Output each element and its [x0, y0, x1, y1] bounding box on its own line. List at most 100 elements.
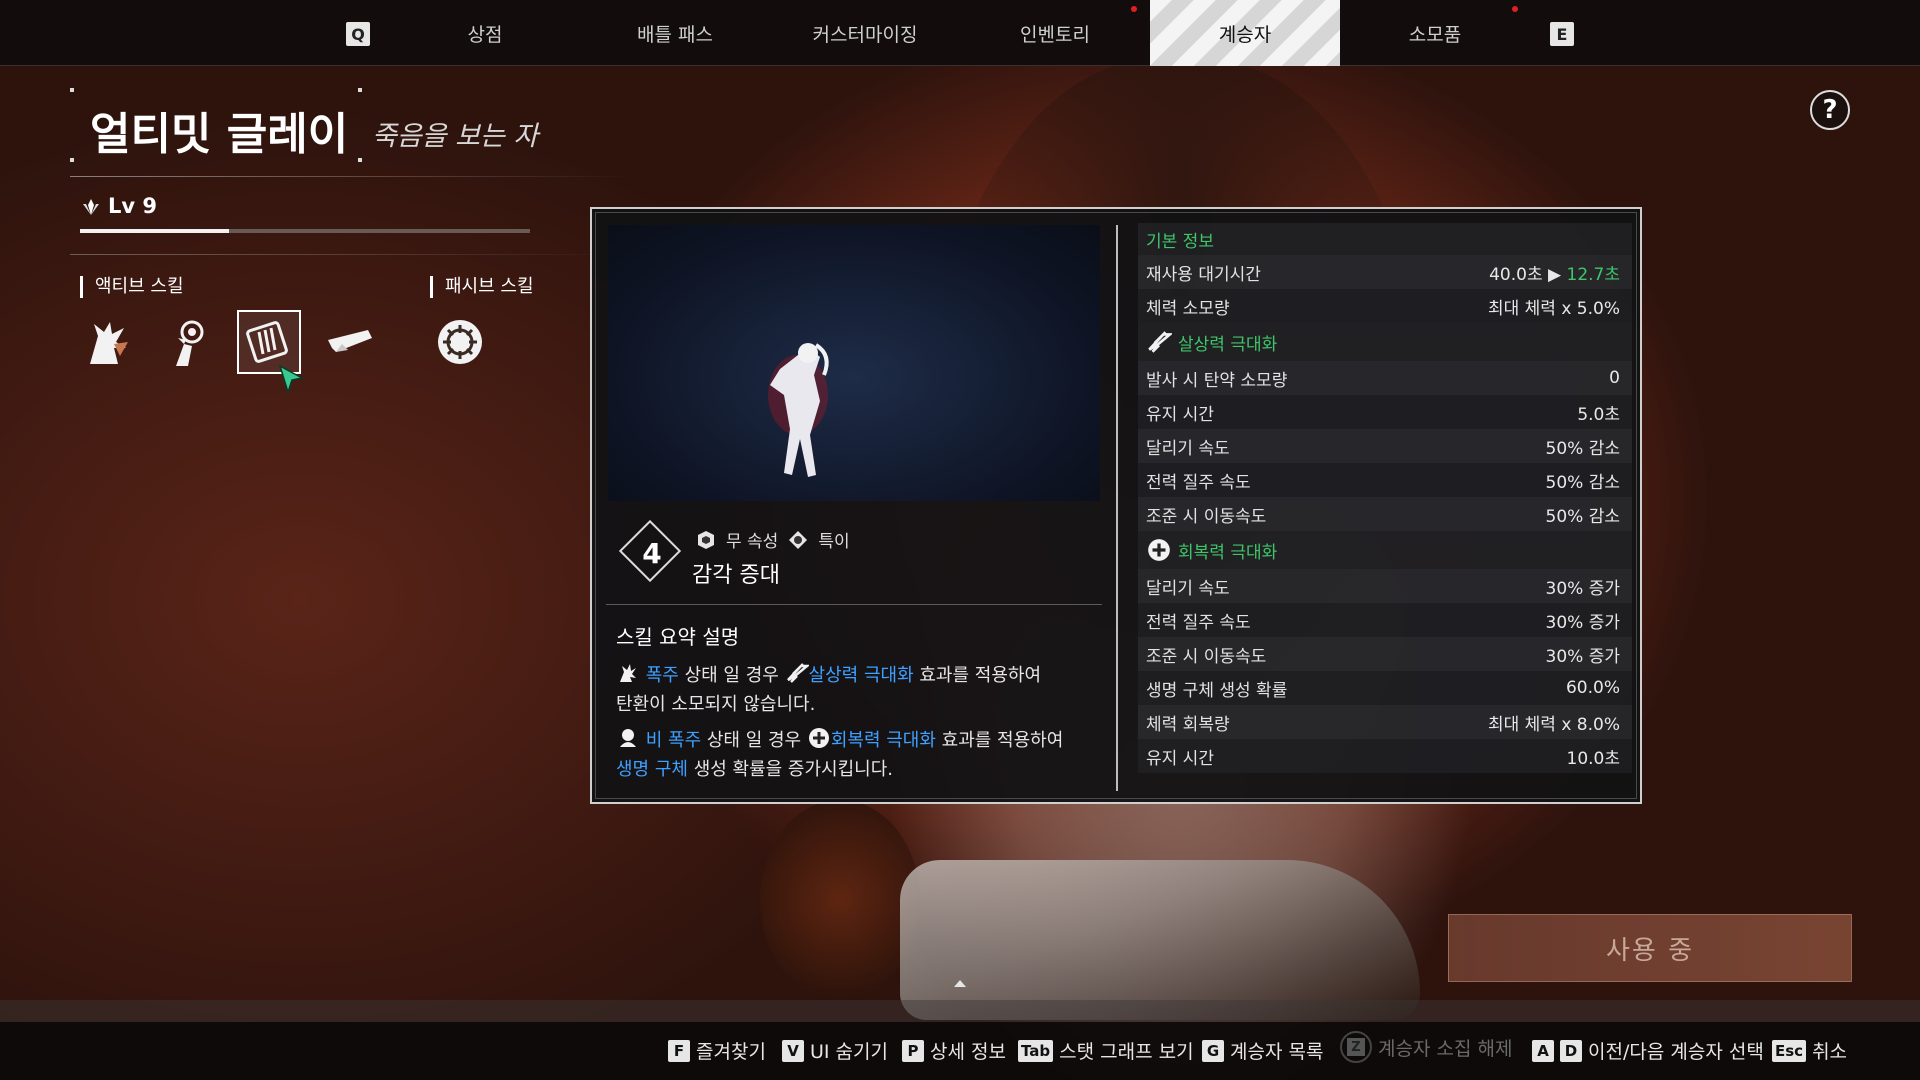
hint-prev-next-descendant[interactable]: A D 이전/다음 계승자 선택	[1532, 1037, 1764, 1064]
stats-lethality-title: 살상력 극대화	[1178, 334, 1278, 355]
stat-value: 최대 체력 x 5.0%	[1487, 298, 1620, 319]
stat-value-old: 40.0초	[1489, 264, 1543, 285]
tab-customizing[interactable]: 커스터마이징	[770, 0, 960, 66]
stat-row: 조준 시 이동속도 30% 증가	[1138, 637, 1632, 671]
hint-label: 취소	[1812, 1041, 1848, 1063]
cursor-arrow-icon	[278, 364, 304, 394]
skill-description-2: 비 폭주 상태 일 경우 회복력 극대화 효과를 적용하여 생명 구체 생성 확…	[616, 726, 1106, 784]
key-badge: D	[1560, 1039, 1582, 1062]
consumables-notification-dot	[1512, 6, 1518, 12]
inventory-notification-dot	[1131, 6, 1137, 12]
skill-stats: 기본 정보 재사용 대기시간 40.0초 ▶ 12.7초 체력 소모량 최대 체…	[1138, 223, 1632, 773]
stat-value: 50% 감소	[1545, 472, 1620, 493]
skill-3-icon	[246, 321, 288, 363]
skill-slot-number: 4	[642, 536, 662, 570]
key-badge: A	[1532, 1039, 1554, 1062]
hint-stat-graph[interactable]: Tab 스탯 그래프 보기	[1018, 1037, 1194, 1064]
stat-row: 유지 시간 10.0초	[1138, 739, 1632, 773]
skill-preview-video	[608, 225, 1100, 501]
stat-value: 30% 증가	[1545, 646, 1620, 667]
stat-label: 전력 질주 속도	[1146, 612, 1251, 633]
level-label: Lv 9	[108, 194, 157, 218]
stat-value: 10.0초	[1566, 748, 1621, 769]
active-skill-1[interactable]	[76, 310, 140, 374]
stats-lethality-header: 살상력 극대화	[1138, 323, 1632, 361]
skill-attribute-label: 무 속성	[726, 532, 779, 552]
stat-row: 달리기 속도 30% 증가	[1138, 569, 1632, 603]
passive-skill-1[interactable]	[428, 310, 492, 374]
key-badge-round: Z	[1340, 1031, 1372, 1063]
hint-descendant-list[interactable]: G 계승자 목록	[1202, 1037, 1323, 1064]
divider	[1116, 225, 1118, 791]
hint-label: 즐겨찾기	[696, 1041, 766, 1063]
hint-label: 상세 정보	[930, 1041, 1006, 1063]
stat-value: 40.0초 ▶ 12.7초	[1489, 260, 1620, 285]
divider	[70, 254, 630, 255]
tab-battle-pass[interactable]: 배틀 패스	[580, 0, 770, 66]
recovery-keyword: 회복력 극대화	[830, 730, 936, 751]
skill-summary-title: 스킬 요약 설명	[616, 625, 740, 649]
description-text: 상태 일 경우	[701, 730, 807, 751]
lethality-icon	[786, 663, 809, 683]
stat-row: 전력 질주 속도 50% 감소	[1138, 463, 1632, 497]
recovery-icon	[808, 728, 829, 748]
stat-value: 0	[1609, 368, 1620, 388]
active-skills-label: 액티브 스킬	[80, 276, 184, 298]
hint-detail-info[interactable]: P 상세 정보	[902, 1037, 1006, 1064]
xp-bar-fill	[80, 229, 229, 233]
skill-attributes: 무 속성 특이	[696, 527, 850, 552]
nav-next-key[interactable]: E	[1550, 22, 1574, 46]
frame-corner	[358, 88, 362, 92]
stat-value: 30% 증가	[1545, 612, 1620, 633]
hint-label: 계승자 목록	[1230, 1041, 1324, 1063]
key-badge: Tab	[1018, 1039, 1054, 1062]
key-badge: Z	[1347, 1038, 1365, 1056]
help-button[interactable]: ?	[1810, 90, 1850, 130]
berserk-icon	[620, 664, 636, 682]
hint-favorite[interactable]: F 즐겨찾기	[668, 1037, 766, 1064]
stat-row: 유지 시간 5.0초	[1138, 395, 1632, 429]
stat-row: 체력 회복량 최대 체력 x 8.0%	[1138, 705, 1632, 739]
tab-consumables[interactable]: 소모품	[1340, 0, 1530, 66]
stat-value: 5.0초	[1577, 404, 1620, 425]
active-skill-2[interactable]	[158, 310, 222, 374]
berserk-keyword: 폭주	[645, 665, 679, 686]
skill-type-label: 특이	[818, 532, 850, 552]
hint-label: 이전/다음 계승자 선택	[1588, 1041, 1764, 1063]
active-skill-4[interactable]	[318, 310, 382, 374]
tab-descendant[interactable]: 계승자	[1150, 0, 1340, 66]
hint-label: 계승자 소집 해제	[1378, 1037, 1513, 1060]
special-type-icon	[789, 530, 808, 549]
hint-label: 스탯 그래프 보기	[1059, 1041, 1194, 1063]
stat-label: 체력 소모량	[1146, 298, 1230, 319]
stat-label: 조준 시 이동속도	[1146, 506, 1267, 527]
description-text: 생성 확률을 증가시킵니다.	[687, 759, 894, 780]
skill-1-icon	[90, 322, 128, 364]
skill-name: 감각 증대	[692, 563, 780, 588]
chevron-up-icon[interactable]	[953, 978, 967, 988]
tab-inventory[interactable]: 인벤토리	[960, 0, 1150, 66]
in-use-button[interactable]: 사용 중	[1448, 914, 1852, 982]
tab-shop[interactable]: 상점	[390, 0, 580, 66]
stat-value: 최대 체력 x 8.0%	[1487, 714, 1620, 735]
frame-corner	[358, 158, 362, 162]
nav-prev-key[interactable]: Q	[346, 22, 370, 46]
stat-row: 달리기 속도 50% 감소	[1138, 429, 1632, 463]
passive-skills-label: 패시브 스킬	[430, 276, 534, 298]
stat-value-new: 12.7초	[1566, 264, 1621, 285]
lethality-icon	[1148, 331, 1172, 353]
key-badge: V	[782, 1039, 804, 1062]
divider	[70, 176, 630, 177]
non-berserk-icon	[620, 729, 636, 747]
hint-cancel[interactable]: Esc 취소	[1772, 1037, 1847, 1064]
description-text: 탄환이 소모되지 않습니다.	[616, 694, 816, 715]
stats-recovery-header: 회복력 극대화	[1138, 531, 1632, 569]
stats-recovery-group: 달리기 속도 30% 증가 전력 질주 속도 30% 증가 조준 시 이동속도 30%…	[1138, 569, 1632, 773]
hint-hide-ui[interactable]: V UI 숨기기	[782, 1037, 888, 1064]
frame-corner	[70, 158, 74, 162]
xp-bar	[80, 229, 530, 233]
description-text: 효과를 적용하여	[935, 730, 1064, 751]
non-attribute-icon	[698, 530, 714, 549]
stat-label: 조준 시 이동속도	[1146, 646, 1267, 667]
stat-row: 조준 시 이동속도 50% 감소	[1138, 497, 1632, 531]
